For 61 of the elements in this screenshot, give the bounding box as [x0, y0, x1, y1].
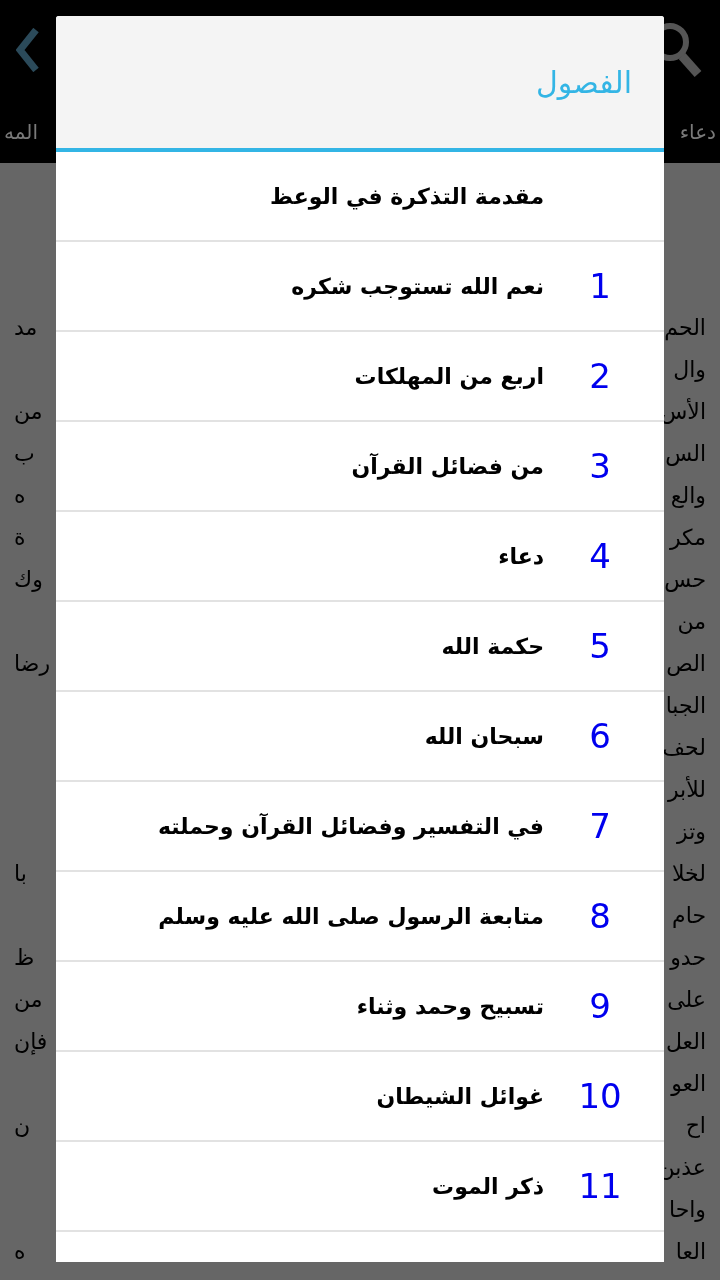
text-fragment: الص — [666, 649, 706, 678]
text-fragment: حس — [664, 565, 706, 594]
text-fragment: ة — [14, 523, 26, 552]
chapter-title: متابعة الرسول صلى الله عليه وسلم — [158, 902, 544, 932]
text-fragment: مد — [14, 313, 38, 342]
text-fragment: مكر — [669, 523, 706, 552]
chapter-number: 11 — [578, 1164, 622, 1208]
text-fragment: رضا — [14, 649, 50, 678]
text-fragment: وتز — [677, 817, 706, 846]
chapter-title: تسبيح وحمد وثناء — [356, 992, 544, 1022]
text-fragment: للأبر — [667, 775, 706, 804]
text-fragment: ب — [14, 439, 35, 468]
text-fragment: اح — [685, 1111, 706, 1140]
chapter-title: ذكر الموت — [432, 1172, 544, 1202]
chapter-title: سبحان الله — [424, 722, 544, 751]
chapter-title: من فضائل القرآن — [351, 452, 544, 482]
chapter-number: 6 — [589, 714, 611, 758]
chapter-item[interactable]: مقدمة التذكرة في الوعظ — [56, 152, 664, 242]
text-fragment: العل — [665, 1027, 706, 1056]
text-fragment: لحف — [662, 733, 706, 762]
dialog-title: الفصول — [536, 63, 632, 102]
text-fragment: حدو — [670, 943, 706, 972]
chapter-number: 5 — [589, 624, 611, 668]
text-fragment: وال — [673, 355, 706, 384]
chapter-title: دعاء — [498, 542, 544, 571]
text-fragment: والع — [670, 481, 706, 510]
text-fragment: حام — [672, 901, 706, 930]
text-fragment: واحا — [668, 1195, 706, 1224]
text-fragment: ه — [14, 1237, 26, 1266]
chapter-title: اربع من المهلكات — [354, 362, 544, 392]
chapter-number: 10 — [578, 1074, 622, 1118]
chapter-number: 9 — [589, 984, 611, 1028]
chapter-number: 8 — [589, 894, 611, 938]
chapter-number: 4 — [589, 534, 611, 578]
text-fragment: الحم — [664, 313, 706, 343]
chapter-number: 1 — [589, 264, 611, 308]
text-fragment: من — [14, 985, 43, 1014]
chapter-title: حكمة الله — [441, 632, 544, 661]
text-fragment: لخلا — [671, 859, 706, 888]
chapter-title: في التفسير وفضائل القرآن وحملته — [157, 812, 544, 842]
text-fragment: على — [667, 985, 706, 1014]
text-fragment: من — [677, 607, 706, 636]
text-fragment: الجبا — [665, 691, 706, 720]
text-fragment: الس — [665, 439, 706, 468]
text-fragment: العا — [675, 1237, 706, 1266]
text-fragment: ن — [14, 1111, 31, 1140]
chapter-title: نعم الله تستوجب شكره — [291, 272, 544, 302]
text-fragment: من — [14, 397, 43, 426]
text-fragment: فإن — [14, 1027, 48, 1057]
text-fragment: العو — [671, 1069, 706, 1098]
text-fragment: ه — [14, 481, 26, 510]
text-fragment: با — [14, 859, 27, 888]
text-fragment: ظ — [14, 943, 35, 972]
chapter-number: 3 — [589, 444, 611, 488]
tab[interactable]: دعاء — [679, 116, 716, 147]
chapter-number: 7 — [589, 804, 611, 848]
tab[interactable]: المه — [4, 116, 38, 147]
text-fragment: وك — [14, 565, 43, 594]
chapter-title: مقدمة التذكرة في الوعظ — [270, 182, 544, 212]
chapter-number: 2 — [589, 354, 611, 398]
chapter-title: غوائل الشيطان — [376, 1082, 544, 1112]
